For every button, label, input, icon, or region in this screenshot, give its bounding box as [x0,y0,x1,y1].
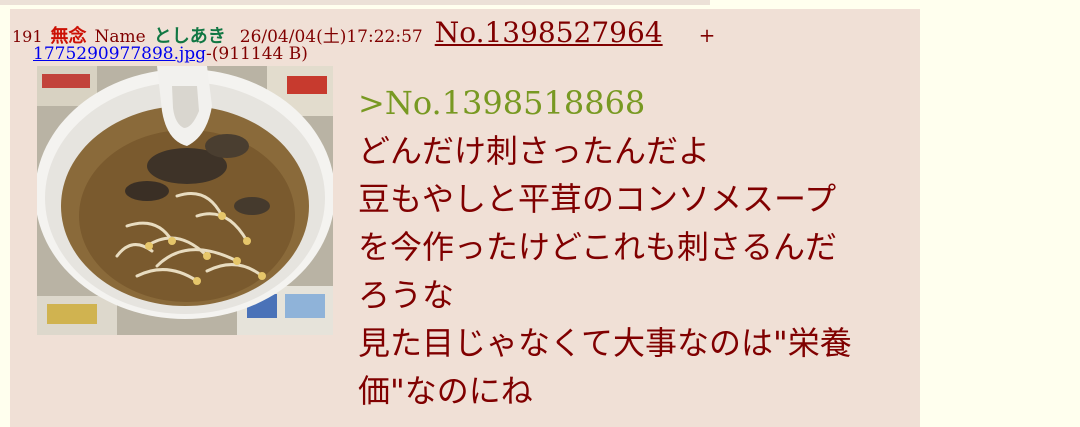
post-number-link[interactable]: No.1398527964 [435,16,663,49]
post-plus-button[interactable]: + [699,23,716,47]
quote-link[interactable]: >No.1398518868 [358,79,898,127]
post-body-line: を今作ったけどこれも刺さるんだ [358,228,838,266]
post-body-line: どんだけ刺さったんだよ [358,132,711,170]
previous-post-edge [0,0,710,5]
file-info: 1775290977898.jpg-(911144 B) [33,44,308,64]
post-body: >No.1398518868 どんだけ刺さったんだよ 豆もやしと平茸のコンソメス… [358,79,898,415]
post-body-line: 豆もやしと平茸のコンソメスープ [358,180,837,218]
file-link[interactable]: 1775290977898.jpg [33,44,206,64]
post-body-line: 見た目じゃなくて大事なのは"栄養 [358,324,852,362]
reply-post: 191 無念 Name としあき 26/04/04(土)17:22:57 No.… [10,9,920,427]
file-size: (911144 B) [211,44,308,64]
soup-photo-icon [37,66,333,335]
post-body-line: 価"なのにね [358,372,533,410]
post-body-line: ろうな [358,276,455,314]
post-thumbnail-image[interactable] [37,66,333,335]
